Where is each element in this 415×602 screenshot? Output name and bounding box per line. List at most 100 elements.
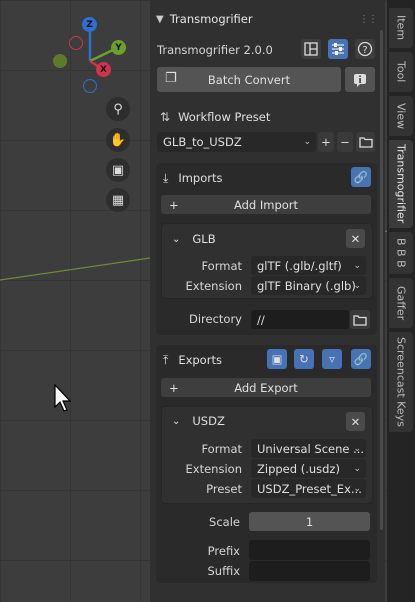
panel-scrollbar[interactable]	[380, 30, 383, 530]
gizmo-neg-z-axis[interactable]	[83, 79, 97, 93]
imports-title: Imports	[178, 171, 223, 185]
workflow-preset-select[interactable]: GLB_to_USDZ ⌄	[157, 132, 316, 152]
tab-transmogrifier-label: Transmogrifier	[394, 144, 408, 224]
tab-tool[interactable]: Tool	[389, 52, 413, 92]
suffix-label: Suffix	[207, 564, 240, 578]
layout-icon-glyph	[304, 42, 318, 56]
item-chevron-down-icon[interactable]: ⌄	[172, 416, 180, 427]
remove-preset-button[interactable]: −	[337, 132, 353, 152]
zoom-icon[interactable]: ⚲	[106, 97, 130, 121]
import-format-value: glTF (.glb/.gltf)	[257, 258, 342, 273]
export-format-select[interactable]: Universal Scene ... ⌄	[251, 439, 366, 458]
mouse-cursor-icon	[54, 384, 72, 412]
gizmo-y-axis[interactable]: Y	[111, 40, 126, 55]
workflow-preset-icon: ⇅	[160, 110, 171, 124]
add-export-label: Add Export	[234, 380, 298, 395]
export-format-value: Universal Scene ...	[257, 441, 365, 456]
add-export-button[interactable]: + Add Export	[161, 378, 371, 397]
tab-transmogrifier[interactable]: Transmogrifier	[389, 140, 413, 228]
add-preset-button[interactable]: +	[318, 132, 334, 152]
tab-bbb-label: B B B	[394, 238, 408, 268]
folder-glyph	[358, 137, 373, 148]
panel-header[interactable]: ▼ Transmogrifier ⋮⋮	[150, 8, 385, 30]
batch-convert-button[interactable]: ❐ Batch Convert	[157, 67, 341, 92]
tab-tool-label: Tool	[394, 61, 408, 83]
scale-label: Scale	[209, 515, 240, 529]
tab-screencast-keys[interactable]: Screencast Keys	[389, 332, 413, 432]
sidebar-tabs: Item Tool View Transmogrifier B B B Gaff…	[387, 0, 415, 602]
tab-bbb[interactable]: B B B	[389, 232, 413, 274]
gizmo-y-label: Y	[115, 42, 122, 53]
directory-folder-icon[interactable]	[350, 310, 370, 329]
tab-item[interactable]: Item	[389, 8, 413, 48]
gizmo-x-label: X	[100, 64, 107, 75]
layout-icon[interactable]	[301, 39, 321, 59]
import-format-select[interactable]: glTF (.glb/.gltf) ⌄	[251, 256, 366, 275]
remove-export-close-icon[interactable]: ✕	[346, 412, 365, 431]
chevron-down-icon: ⌄	[353, 443, 361, 454]
export-preset-label: Preset	[206, 482, 242, 496]
directory-label: Directory	[188, 312, 242, 326]
info-icon[interactable]	[345, 67, 375, 92]
suffix-input[interactable]	[249, 561, 370, 581]
tab-gaffer[interactable]: Gaffer	[389, 278, 413, 328]
remove-import-close-icon[interactable]: ✕	[346, 229, 365, 248]
help-glyph: ?	[357, 41, 373, 57]
export-refresh-icon[interactable]: ↻	[294, 349, 314, 369]
export-extension-label: Extension	[185, 462, 242, 476]
camera-icon[interactable]: ▣	[106, 158, 130, 182]
tab-screencast-keys-label: Screencast Keys	[394, 337, 408, 427]
link-icon[interactable]: 🔗	[351, 167, 371, 187]
tab-item-label: Item	[394, 15, 408, 41]
directory-value: //	[257, 312, 265, 327]
prefix-label: Prefix	[207, 544, 240, 558]
import-extension-value: glTF Binary (.glb)	[257, 278, 356, 293]
gizmo-z-axis[interactable]: Z	[82, 17, 97, 32]
export-icon: ⤒	[163, 352, 169, 367]
pan-hand-icon[interactable]: ✋	[106, 128, 130, 152]
export-preset-select[interactable]: USDZ_Preset_Ex... ⌄	[251, 479, 366, 498]
import-extension-select[interactable]: glTF Binary (.glb) ⌄	[251, 276, 366, 295]
item-chevron-down-icon[interactable]: ⌄	[172, 234, 180, 245]
scale-input[interactable]: 1	[249, 512, 370, 531]
perspective-grid-icon[interactable]: ▦	[106, 188, 130, 212]
drag-handle-icon[interactable]: ⋮⋮	[359, 14, 378, 25]
chevron-down-icon: ⌄	[353, 260, 361, 271]
chevron-down-icon: ⌄	[353, 463, 361, 474]
folder-icon[interactable]	[356, 132, 375, 152]
chevron-down-icon: ⌄	[303, 137, 311, 147]
export-item-name: USDZ	[192, 414, 225, 428]
tab-view[interactable]: View	[389, 96, 413, 136]
tab-gaffer-label: Gaffer	[394, 285, 408, 321]
import-format-label: Format	[201, 259, 242, 273]
workflow-preset-label: Workflow Preset	[178, 110, 271, 124]
add-import-button[interactable]: + Add Import	[161, 195, 371, 214]
export-extension-select[interactable]: Zipped (.usdz) ⌄	[251, 459, 366, 478]
gizmo-z-label: Z	[86, 19, 93, 30]
plus-icon: +	[169, 197, 179, 212]
export-transform-icon[interactable]: ▿	[322, 349, 342, 369]
tab-view-label: View	[394, 102, 408, 130]
sliders-glyph	[332, 43, 344, 55]
add-import-label: Add Import	[233, 197, 299, 212]
exports-title: Exports	[178, 353, 222, 367]
panel-header-title: Transmogrifier	[169, 12, 253, 26]
prefix-input[interactable]	[249, 540, 370, 560]
settings-sliders-icon[interactable]	[328, 39, 348, 59]
navigation-gizmo[interactable]: Z Y X	[50, 16, 135, 96]
export-format-label: Format	[201, 442, 242, 456]
help-icon[interactable]: ?	[355, 39, 375, 59]
export-extension-value: Zipped (.usdz)	[257, 461, 340, 476]
collapse-chevron-icon[interactable]: ▼	[156, 14, 164, 25]
export-cube-icon[interactable]: ▣	[267, 349, 287, 369]
chevron-down-icon: ⌄	[353, 483, 361, 494]
gizmo-neg-y-axis[interactable]	[53, 54, 67, 68]
import-item-name: GLB	[192, 232, 216, 246]
addon-title: Transmogrifier 2.0.0	[157, 43, 273, 57]
folder-glyph	[353, 314, 367, 326]
chevron-down-icon: ⌄	[353, 280, 361, 291]
export-link-icon[interactable]: 🔗	[351, 349, 371, 369]
directory-input[interactable]: //	[251, 310, 349, 329]
gizmo-neg-x-axis[interactable]	[69, 36, 83, 50]
gizmo-x-axis[interactable]: X	[96, 62, 111, 77]
